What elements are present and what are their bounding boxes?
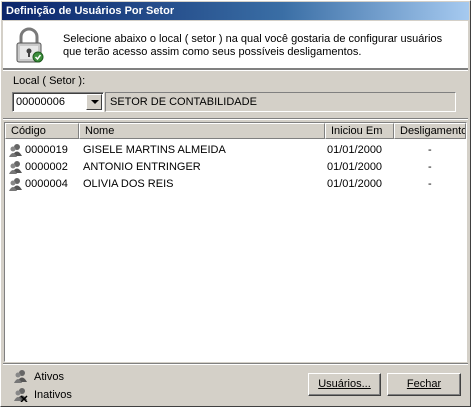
lock-icon — [16, 27, 44, 63]
usuarios-button[interactable]: Usuários... — [308, 373, 381, 396]
legend-ativos-label: Ativos — [34, 371, 64, 383]
users-by-sector-dialog: Definição de Usuários Por Setor Selecion… — [0, 0, 471, 407]
divider — [3, 363, 468, 365]
cell-codigo: 0000004 — [25, 178, 68, 190]
cell-nome: ANTONIO ENTRINGER — [83, 161, 201, 173]
grid-header: Código Nome Iniciou Em Desligamento — [5, 123, 466, 139]
local-label: Local ( Setor ): — [13, 75, 86, 87]
column-header-iniciou-em[interactable]: Iniciou Em — [325, 123, 394, 139]
cell-nome: OLIVIA DOS REIS — [83, 178, 174, 190]
users-grid[interactable]: Código Nome Iniciou Em Desligamento 0000… — [4, 122, 467, 362]
user-active-icon — [9, 144, 22, 157]
sector-code-combobox[interactable]: 00000006 — [12, 92, 104, 112]
cell-desligamento: - — [428, 144, 432, 156]
fechar-button[interactable]: Fechar — [387, 373, 461, 396]
cell-nome: GISELE MARTINS ALMEIDA — [83, 144, 226, 156]
header-panel: Selecione abaixo o local ( setor ) na qu… — [3, 21, 468, 69]
cell-iniciou-em: 01/01/2000 — [327, 178, 383, 190]
legend-inativos-label: Inativos — [34, 389, 72, 401]
header-description: Selecione abaixo o local ( setor ) na qu… — [63, 33, 443, 58]
cell-codigo: 0000002 — [25, 161, 68, 173]
column-header-nome[interactable]: Nome — [79, 123, 325, 139]
cell-iniciou-em: 01/01/2000 — [327, 161, 383, 173]
table-row[interactable]: 0000004 OLIVIA DOS REIS 01/01/2000 - — [5, 176, 466, 193]
sector-code-value: 00000006 — [16, 96, 65, 108]
divider — [3, 118, 468, 120]
table-row[interactable]: 0000019 GISELE MARTINS ALMEIDA 01/01/200… — [5, 142, 466, 159]
user-inactive-icon — [14, 388, 28, 402]
user-active-icon — [9, 178, 22, 191]
user-active-icon — [9, 161, 22, 174]
chevron-down-icon[interactable] — [86, 94, 102, 110]
user-active-icon — [14, 370, 27, 383]
column-header-desligamento[interactable]: Desligamento — [394, 123, 466, 139]
window-title: Definição de Usuários Por Setor — [2, 2, 469, 20]
cell-desligamento: - — [428, 178, 432, 190]
table-row[interactable]: 0000002 ANTONIO ENTRINGER 01/01/2000 - — [5, 159, 466, 176]
cell-iniciou-em: 01/01/2000 — [327, 144, 383, 156]
cell-desligamento: - — [428, 161, 432, 173]
column-header-codigo[interactable]: Código — [5, 123, 79, 139]
sector-name-field: SETOR DE CONTABILIDADE — [105, 92, 456, 112]
cell-codigo: 0000019 — [25, 144, 68, 156]
divider — [3, 69, 468, 71]
